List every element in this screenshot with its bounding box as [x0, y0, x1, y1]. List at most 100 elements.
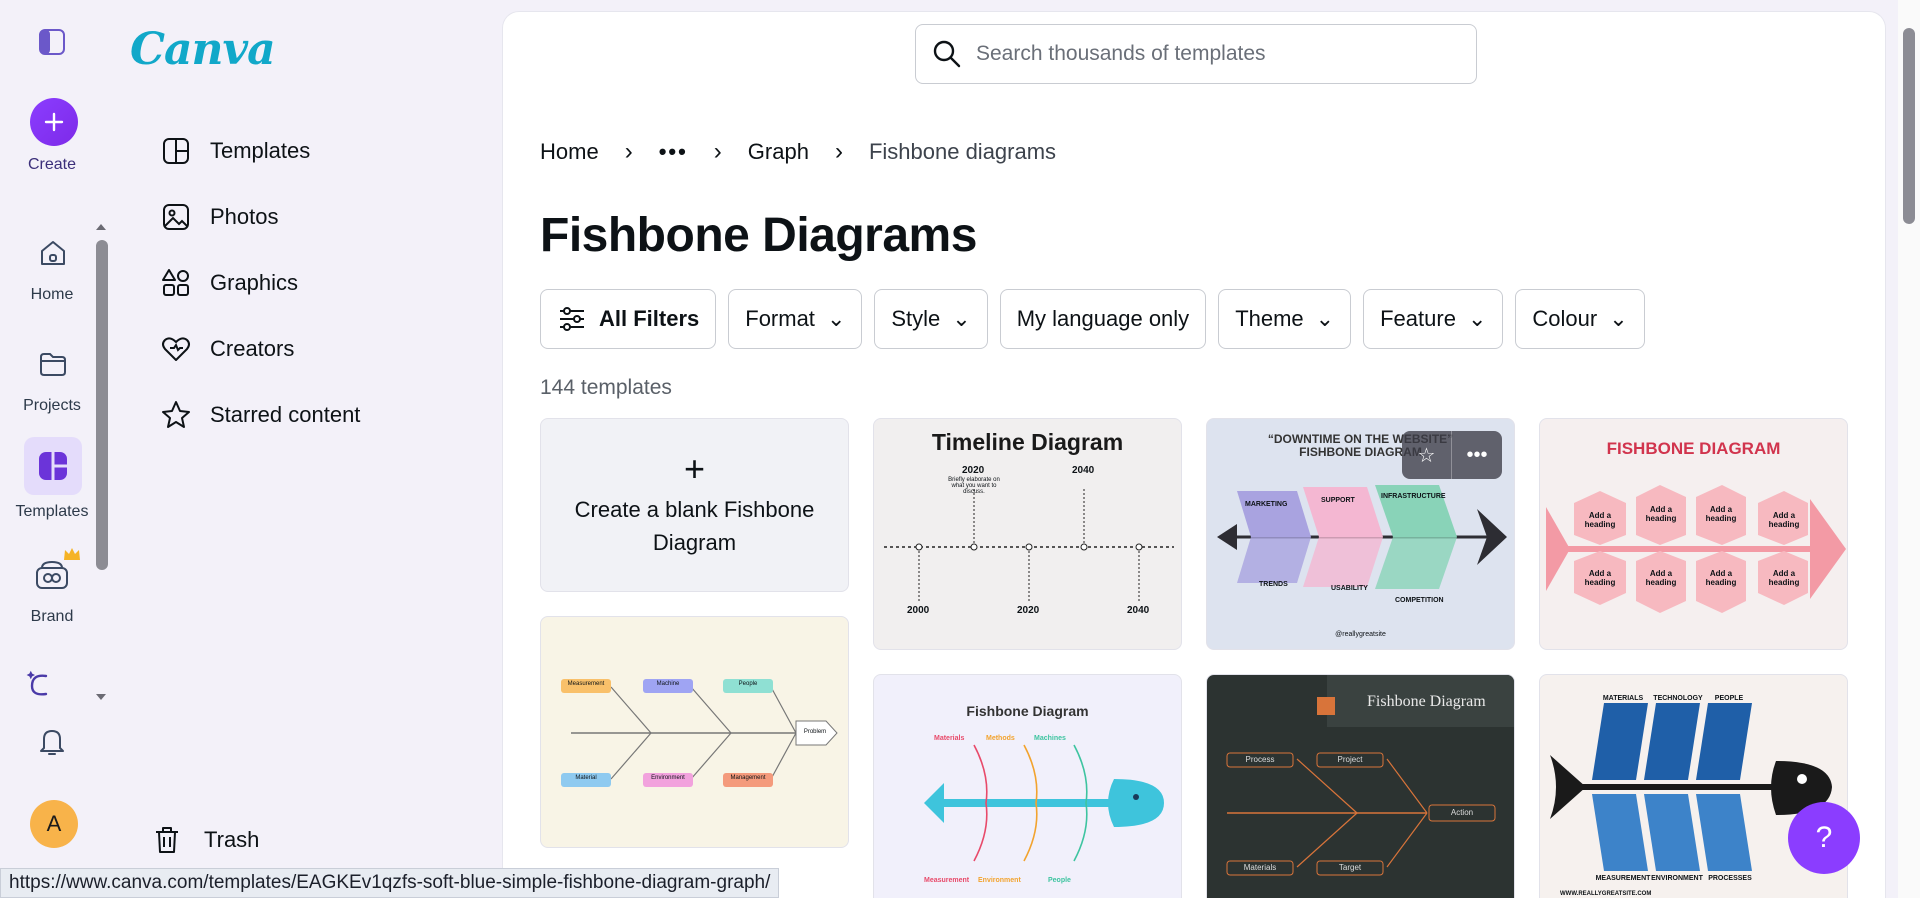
- rail-item-templates[interactable]: Templates: [12, 433, 92, 523]
- rail-item-projects[interactable]: Projects: [12, 333, 92, 423]
- box-label: Materials: [1243, 863, 1277, 872]
- page-title: Fishbone Diagrams: [540, 209, 977, 262]
- filter-colour[interactable]: Colour ⌄: [1515, 289, 1645, 349]
- side-item-templates[interactable]: Templates: [160, 118, 360, 184]
- filter-label: My language only: [1016, 306, 1190, 331]
- search-input[interactable]: Search thousands of templates: [915, 24, 1477, 84]
- create-blank-label: Create a blank Fishbone Diagram: [574, 497, 815, 555]
- chevron-right-icon: ›: [624, 138, 633, 165]
- bone-label: Machines: [1034, 735, 1066, 742]
- rail-scroll-thumb[interactable]: [96, 240, 108, 570]
- left-rail: Create Home Projects Templates Brand A: [0, 0, 108, 898]
- scroll-up-icon[interactable]: [95, 222, 107, 232]
- rail-item-home[interactable]: Home: [12, 222, 92, 312]
- box-label: Management: [730, 775, 766, 781]
- rail-item-label: Brand: [30, 608, 74, 625]
- avatar[interactable]: A: [30, 800, 78, 848]
- star-icon: [162, 401, 190, 428]
- side-item-photos[interactable]: Photos: [160, 184, 360, 250]
- photo-icon: [163, 204, 189, 230]
- breadcrumb-more[interactable]: •••: [659, 139, 688, 165]
- page-scrollbar[interactable]: [1898, 0, 1920, 898]
- chevron-right-icon: ›: [713, 138, 722, 165]
- bone-label: SUPPORT: [1321, 497, 1355, 504]
- canva-logo[interactable]: Canva: [130, 24, 276, 75]
- template-card-blue-fish[interactable]: Fishbone Diagram Materials Methods Machi…: [873, 674, 1182, 898]
- template-card-downtime[interactable]: “DOWNTIME ON THE WEBSITE” FISHBONE DIAGR…: [1206, 418, 1515, 650]
- box-label: Project: [1337, 755, 1363, 764]
- trash-label: Trash: [204, 827, 260, 852]
- rail-item-brand[interactable]: Brand: [12, 544, 92, 634]
- template-card-dark[interactable]: Fishbone Diagram Process Project Materia…: [1206, 674, 1515, 898]
- rail-item-label: Projects: [23, 397, 81, 414]
- box-label: Problem: [803, 729, 827, 735]
- all-filters-button[interactable]: All Filters: [540, 289, 717, 349]
- template-card-cream[interactable]: Measurement Machine People Material Envi…: [540, 616, 849, 848]
- box-label: Measurement: [567, 681, 605, 687]
- templates-outline-icon: [163, 138, 189, 164]
- plus-icon: +: [683, 448, 706, 489]
- card-caption: Briefly elaborate on what you want to di…: [948, 477, 1000, 495]
- side-nav: Templates Photos Graphics Creators Starr…: [160, 118, 360, 448]
- chevron-down-icon: ⌄: [1467, 306, 1487, 331]
- cell-heading: Add a heading: [1705, 569, 1737, 587]
- more-options-icon[interactable]: •••: [1452, 431, 1502, 479]
- box-label: Action: [1450, 808, 1474, 817]
- year-label: 2020: [962, 465, 985, 476]
- filter-my-language[interactable]: My language only: [999, 289, 1207, 349]
- create-button[interactable]: [30, 98, 78, 146]
- side-item-starred[interactable]: Starred content: [160, 382, 360, 448]
- breadcrumb: Home › ••• › Graph › Fishbone diagrams: [540, 138, 1056, 166]
- box-label: Environment: [651, 775, 685, 781]
- star-icon[interactable]: ☆: [1402, 431, 1452, 479]
- sidebar-toggle-icon[interactable]: [38, 28, 66, 56]
- cell-heading: Add a heading: [1705, 505, 1737, 523]
- scroll-down-icon[interactable]: [95, 692, 107, 702]
- cell-heading: Add a heading: [1645, 505, 1677, 523]
- help-button[interactable]: ?: [1788, 802, 1860, 874]
- fishbone-graphic: [924, 744, 1164, 862]
- filter-style[interactable]: Style ⌄: [874, 289, 988, 349]
- page-scroll-thumb[interactable]: [1903, 28, 1915, 224]
- chevron-down-icon: ⌄: [826, 306, 846, 331]
- side-item-creators[interactable]: Creators: [160, 316, 360, 382]
- box-label: Target: [1338, 863, 1362, 872]
- trash-button[interactable]: Trash: [152, 824, 259, 856]
- bone-label: PEOPLE: [1714, 695, 1744, 702]
- box-label: Process: [1245, 755, 1275, 764]
- box-label: People: [738, 681, 758, 687]
- template-card-timeline[interactable]: Timeline Diagram 2020 2040 2000 2020 204…: [873, 418, 1182, 650]
- side-item-label: Photos: [210, 204, 279, 229]
- search-placeholder: Search thousands of templates: [976, 42, 1266, 65]
- filter-feature[interactable]: Feature ⌄: [1363, 289, 1504, 349]
- bone-label: TECHNOLOGY: [1653, 695, 1703, 702]
- chevron-right-icon: ›: [834, 138, 843, 165]
- crown-icon: [64, 548, 80, 560]
- filter-theme[interactable]: Theme ⌄: [1218, 289, 1352, 349]
- create-blank-card[interactable]: + Create a blank Fishbone Diagram: [540, 418, 849, 592]
- templates-icon: [24, 437, 82, 495]
- side-item-graphics[interactable]: Graphics: [160, 250, 360, 316]
- breadcrumb-current: Fishbone diagrams: [868, 139, 1057, 164]
- bone-label: ENVIRONMENT: [1651, 875, 1703, 882]
- side-item-label: Starred content: [210, 402, 361, 427]
- breadcrumb-graph[interactable]: Graph: [748, 139, 809, 165]
- side-item-label: Creators: [210, 336, 295, 361]
- filter-bar: All Filters Format ⌄ Style ⌄ My language o…: [540, 289, 1645, 349]
- bell-icon[interactable]: [36, 724, 68, 763]
- heart-icon: [162, 337, 190, 361]
- filter-format[interactable]: Format ⌄: [728, 289, 863, 349]
- cell-heading: Add a heading: [1768, 511, 1800, 529]
- side-item-label: Templates: [210, 138, 311, 163]
- bone-label: PROCESSES: [1708, 875, 1752, 882]
- bone-label: MATERIALS: [1602, 695, 1644, 702]
- breadcrumb-home[interactable]: Home: [540, 139, 599, 165]
- magic-icon[interactable]: [24, 668, 56, 707]
- folder-icon: [32, 343, 74, 385]
- search-icon: [933, 40, 961, 68]
- filter-label: All Filters: [599, 306, 700, 331]
- bone-label: Measurement: [924, 877, 970, 884]
- filter-label: Colour: [1532, 306, 1598, 331]
- card-hover-toolbar: ☆ •••: [1402, 431, 1502, 479]
- template-card-pink[interactable]: FISHBONE DIAGRAM Add a heading Add a hea…: [1539, 418, 1848, 650]
